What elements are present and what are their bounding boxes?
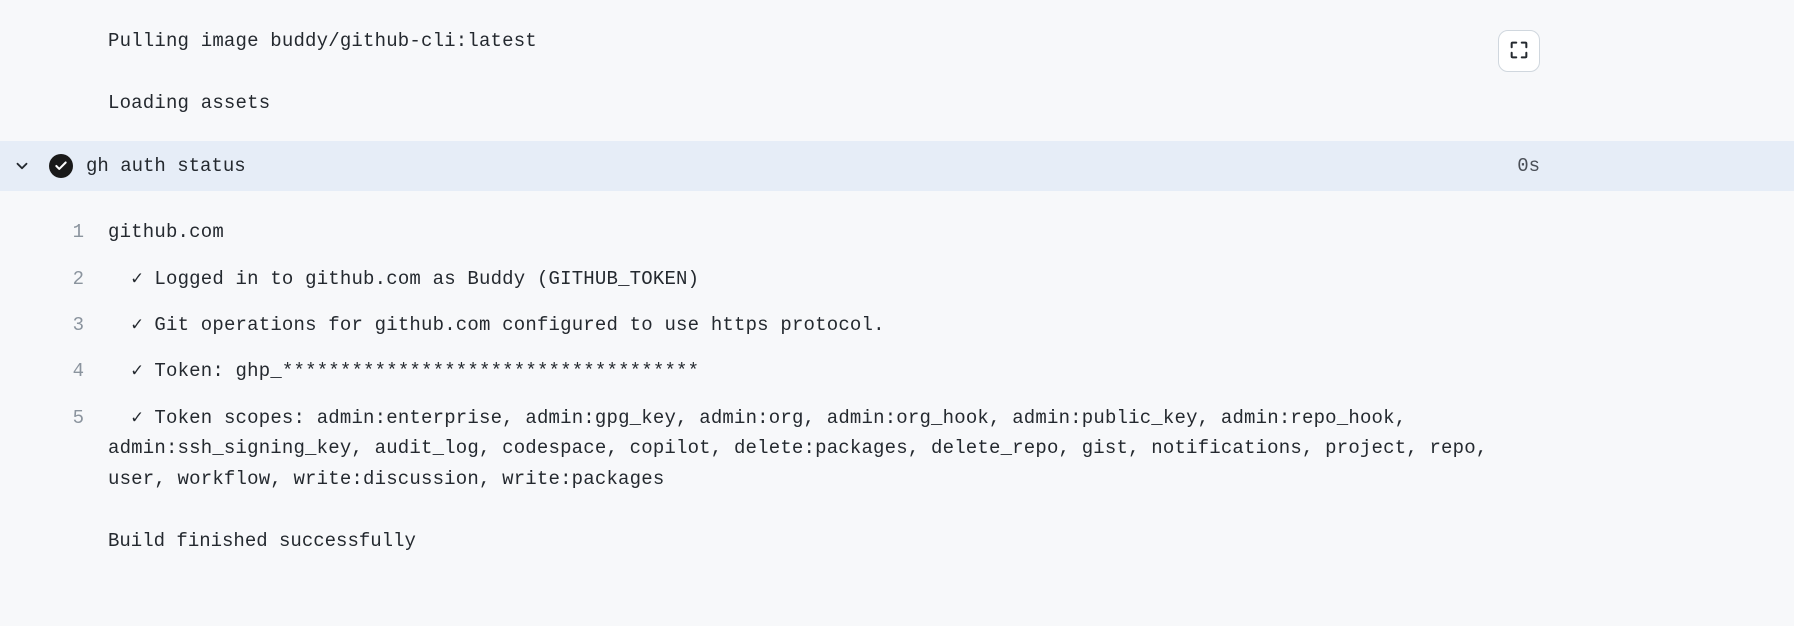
output-line: 4 ✓ Token: ghp_*************************… xyxy=(0,348,1794,394)
line-content: ✓ Logged in to github.com as Buddy (GITH… xyxy=(108,264,1794,294)
chevron-down-icon xyxy=(0,157,44,175)
line-content: github.com xyxy=(108,217,1794,247)
output-line: 5 ✓ Token scopes: admin:enterprise, admi… xyxy=(0,395,1794,502)
fullscreen-button[interactable] xyxy=(1498,30,1540,72)
line-number: 1 xyxy=(0,217,108,247)
line-content: ✓ Token: ghp_***************************… xyxy=(108,356,1794,386)
command-text: gh auth status xyxy=(78,151,1517,181)
line-number: 2 xyxy=(0,264,108,294)
line-number: 4 xyxy=(0,356,108,386)
command-duration: 0s xyxy=(1517,151,1794,181)
command-output: 1 github.com 2 ✓ Logged in to github.com… xyxy=(0,207,1794,502)
output-line: 3 ✓ Git operations for github.com config… xyxy=(0,302,1794,348)
build-status: Build finished successfully xyxy=(0,502,1794,556)
fullscreen-icon xyxy=(1508,39,1530,64)
log-container: Pulling image buddy/github-cli:latest Lo… xyxy=(0,0,1794,556)
log-pre-line: Loading assets xyxy=(0,82,1794,124)
line-number: 5 xyxy=(0,403,108,433)
line-content: ✓ Git operations for github.com configur… xyxy=(108,310,1794,340)
command-row[interactable]: gh auth status 0s xyxy=(0,141,1794,191)
output-line: 2 ✓ Logged in to github.com as Buddy (GI… xyxy=(0,256,1794,302)
status-success-icon xyxy=(49,154,73,178)
output-line: 1 github.com xyxy=(0,209,1794,255)
line-number: 3 xyxy=(0,310,108,340)
line-content: ✓ Token scopes: admin:enterprise, admin:… xyxy=(108,403,1794,494)
